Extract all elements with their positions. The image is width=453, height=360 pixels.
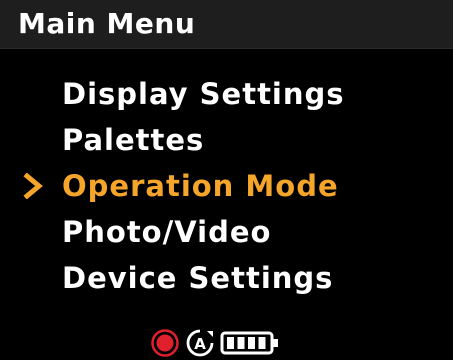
menu-item-label: Device Settings: [62, 261, 334, 295]
menu-item-photo-video[interactable]: Photo/Video: [0, 210, 453, 256]
battery-cell: [248, 337, 255, 349]
menu-item-label: Display Settings: [62, 77, 345, 111]
menu-item-display-settings[interactable]: Display Settings: [0, 72, 453, 118]
device-screen: Main Menu Display Settings Palettes Oper…: [0, 0, 453, 360]
menu-item-label: Operation Mode: [62, 169, 339, 203]
auto-mode-letter: A: [194, 335, 206, 353]
main-menu-list: Display Settings Palettes Operation Mode…: [0, 72, 453, 302]
title-bar: Main Menu: [0, 0, 453, 49]
menu-item-palettes[interactable]: Palettes: [0, 118, 453, 164]
status-icons: A: [150, 328, 280, 358]
battery-cell: [227, 337, 234, 349]
record-icon: [151, 329, 179, 357]
battery-cells: [227, 337, 266, 349]
battery-cell: [237, 337, 245, 349]
auto-mode-icon: A: [186, 329, 214, 357]
menu-item-label: Photo/Video: [62, 215, 272, 249]
menu-item-label: Palettes: [62, 123, 205, 157]
menu-item-operation-mode[interactable]: Operation Mode: [0, 164, 453, 210]
battery-icon: [220, 331, 278, 355]
status-bar: A: [0, 324, 453, 360]
selection-chevron-icon: [23, 173, 43, 199]
page-title: Main Menu: [18, 7, 196, 40]
menu-item-device-settings[interactable]: Device Settings: [0, 256, 453, 302]
battery-cell: [258, 337, 266, 349]
